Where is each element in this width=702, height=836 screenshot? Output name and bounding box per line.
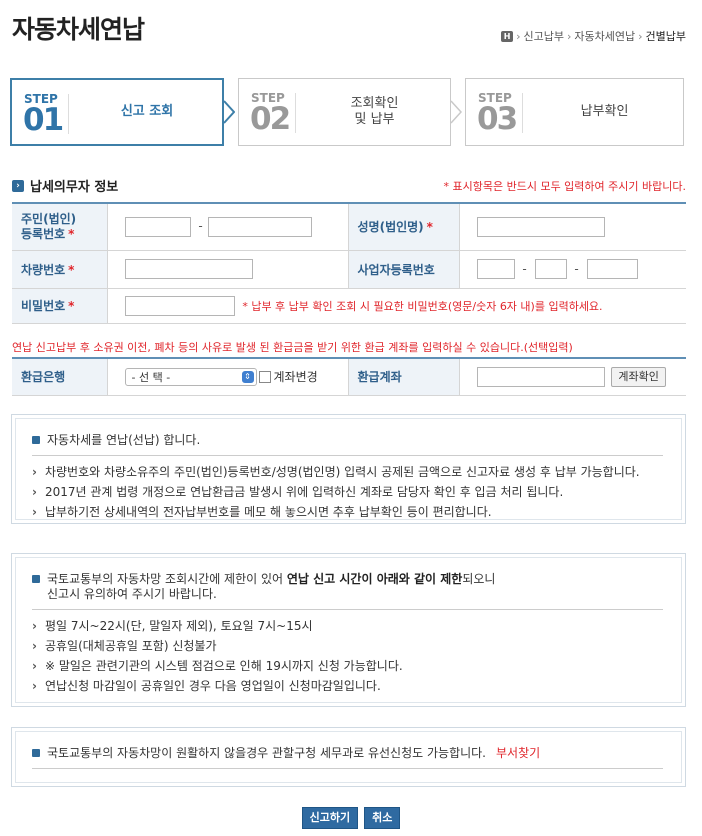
page-title: 자동차세연납 xyxy=(12,15,145,44)
info-list: 차량번호와 차량소유주의 주민(법인)등록번호/성명(법인명) 입력시 공제된 … xyxy=(32,462,640,522)
step-arrow-icon xyxy=(450,100,462,124)
step-number: 03 xyxy=(477,101,518,137)
breadcrumb-item-filing[interactable]: 신고납부 xyxy=(523,28,563,44)
step-1: STEP 01 신고 조회 xyxy=(10,78,224,146)
password-label: 비밀번호 * xyxy=(12,288,108,324)
rrn-back-input[interactable] xyxy=(207,216,312,237)
step-indicator: STEP 01 신고 조회 STEP 02 조회확인 및 납부 STEP 03 … xyxy=(10,78,686,148)
step-3: STEP 03 납부확인 xyxy=(465,78,684,146)
car-number-label: 차량번호 * xyxy=(12,250,108,289)
rrn-label: 주민(법인) 등록번호 * xyxy=(12,203,108,251)
step-divider xyxy=(522,93,523,133)
refund-form: 환급은행 - 선 택 - ⇕ 계좌변경 환급계좌 계좌확인 xyxy=(12,357,686,396)
list-item: ※ 말일은 관련기관의 시스템 점검으로 인해 19시까지 신청 가능합니다. xyxy=(32,656,403,676)
list-item: 2017년 관계 법령 개정으로 연납환급금 발생시 위에 입력하신 계좌로 담… xyxy=(32,482,640,502)
step-name: 조회확인 및 납부 xyxy=(350,96,399,127)
info-box-phone: 국토교통부의 자동차망이 원활하지 않을경우 관할구청 세무과로 유선신청도 가… xyxy=(11,727,686,787)
taxpayer-form: 주민(법인) 등록번호 * - 성명(법인명) * 차량번호 * 사업자등록번호 - … xyxy=(12,202,686,324)
step-number: 01 xyxy=(23,102,64,138)
bizno-part2-input[interactable] xyxy=(534,259,567,279)
section-title-text: 납세의무자 정보 xyxy=(30,180,119,195)
info-head: 국토교통부의 자동차망 조회시간에 제한이 있어 연납 신고 시간이 아래와 같… xyxy=(32,572,495,602)
account-change-label: 계좌변경 xyxy=(273,370,318,385)
password-input[interactable] xyxy=(124,295,235,316)
chevron-updown-icon: ⇕ xyxy=(241,370,254,383)
section-title: › 납세의무자 정보 xyxy=(12,176,118,195)
dash: - xyxy=(574,261,579,276)
step-divider xyxy=(295,93,296,133)
name-input[interactable] xyxy=(476,216,605,237)
info-list: 평일 7시~22시(단, 말일자 제외), 토요일 7시~15시 공휴일(대체공… xyxy=(32,616,403,696)
info-head: 국토교통부의 자동차망이 원활하지 않을경우 관할구청 세무과로 유선신청도 가… xyxy=(32,746,540,761)
car-number-input[interactable] xyxy=(124,259,253,279)
step-2: STEP 02 조회확인 및 납부 xyxy=(238,78,451,146)
bullet-icon xyxy=(32,436,40,444)
refund-bank-select[interactable]: - 선 택 - ⇕ xyxy=(124,367,257,386)
list-item: 납부하기전 상세내역의 전자납부번호를 메모 해 놓으시면 추후 납부확인 등이… xyxy=(32,502,640,522)
bizno-part1-input[interactable] xyxy=(476,259,515,279)
account-confirm-button[interactable]: 계좌확인 xyxy=(611,366,666,387)
account-change-checkbox[interactable] xyxy=(258,370,271,383)
find-department-link[interactable]: 부서찾기 xyxy=(496,746,540,760)
breadcrumb-item-current: 건별납부 xyxy=(645,30,686,43)
bizno-label: 사업자등록번호 xyxy=(347,250,460,289)
info-box-time-limit: 국토교통부의 자동차망 조회시간에 제한이 있어 연납 신고 시간이 아래와 같… xyxy=(11,553,686,707)
step-arrow-icon xyxy=(223,100,235,124)
refund-bank-label: 환급은행 xyxy=(12,358,108,396)
info-head: 자동차세를 연납(선납) 합니다. xyxy=(32,433,200,448)
refund-note: 연납 신고납부 후 소유권 이전, 폐차 등의 사유로 발생 된 환급금을 받기… xyxy=(12,341,573,354)
step-name: 신고 조회 xyxy=(120,104,174,119)
info-box-annual: 자동차세를 연납(선납) 합니다. 차량번호와 차량소유주의 주민(법인)등록번… xyxy=(11,414,686,524)
name-label: 성명(법인명) * xyxy=(347,203,460,251)
password-note: * 납부 후 납부 확인 조회 시 필요한 비밀번호(영문/숫자 6자 내)를 … xyxy=(242,299,603,313)
dash: - xyxy=(522,261,527,276)
cancel-button[interactable]: 취소 xyxy=(364,807,401,829)
step-divider xyxy=(68,94,69,134)
bullet-icon xyxy=(32,749,40,757)
submit-button[interactable]: 신고하기 xyxy=(301,807,359,829)
list-item: 연납신청 마감일이 공휴일인 경우 다음 영업일이 신청마감일입니다. xyxy=(32,676,403,696)
dash: - xyxy=(198,219,203,234)
arrow-right-icon: › xyxy=(12,179,24,192)
list-item: 차량번호와 차량소유주의 주민(법인)등록번호/성명(법인명) 입력시 공제된 … xyxy=(32,462,640,482)
step-number: 02 xyxy=(250,101,291,137)
bullet-icon xyxy=(32,575,40,583)
home-icon[interactable]: H xyxy=(501,30,514,42)
list-item: 평일 7시~22시(단, 말일자 제외), 토요일 7시~15시 xyxy=(32,616,403,636)
breadcrumb-separator: › xyxy=(516,29,521,43)
list-item: 공휴일(대체공휴일 포함) 신청불가 xyxy=(32,636,403,656)
breadcrumb-separator: › xyxy=(566,29,572,43)
action-buttons: 신고하기 취소 xyxy=(0,807,702,829)
breadcrumb-item-annual[interactable]: 자동차세연납 xyxy=(574,28,635,44)
bizno-part3-input[interactable] xyxy=(586,259,638,279)
refund-account-input[interactable] xyxy=(476,366,605,387)
step-name: 납부확인 xyxy=(580,104,629,119)
breadcrumb-separator: › xyxy=(638,29,643,43)
breadcrumb: H › 신고납부 › 자동차세연납 › 건별납부 xyxy=(501,28,686,44)
rrn-front-input[interactable] xyxy=(124,216,191,237)
required-note: * 표시항목은 반드시 모두 입력하여 주시기 바랍니다. xyxy=(443,180,687,193)
refund-account-label: 환급계좌 xyxy=(347,358,460,396)
select-value: - 선 택 - xyxy=(131,370,171,384)
